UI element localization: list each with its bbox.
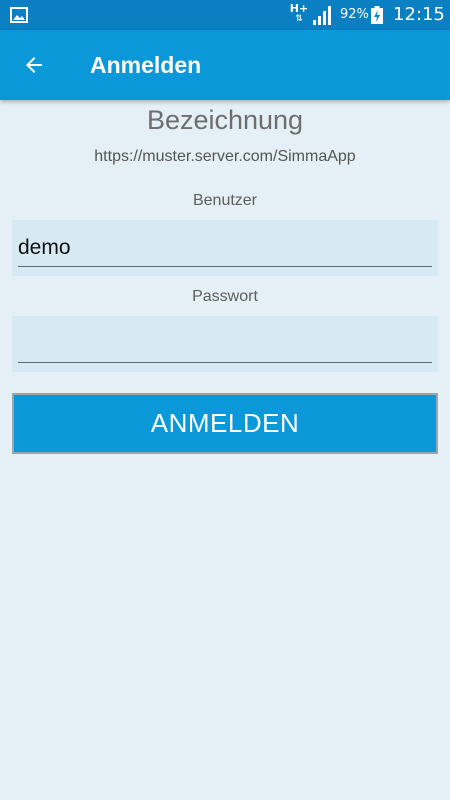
clock: 12:15 (393, 4, 445, 25)
battery-percent: 92% (340, 7, 369, 22)
username-field-container (12, 220, 438, 276)
page-title: Anmelden (90, 52, 202, 78)
gallery-icon (10, 7, 28, 23)
login-button[interactable]: ANMELDEN (12, 393, 438, 454)
site-url: https://muster.server.com/SimmaApp (94, 148, 356, 165)
app-bar: Anmelden (0, 30, 450, 100)
signal-icon (313, 6, 331, 25)
password-field-container (12, 316, 438, 372)
password-label: Passwort (192, 288, 258, 305)
data-activity-icon: ⇅ (295, 14, 303, 24)
arrow-left-icon (26, 57, 42, 73)
username-input[interactable] (18, 230, 432, 267)
site-title: Bezeichnung (146, 105, 304, 135)
battery-charging-icon (371, 6, 383, 24)
back-button[interactable] (16, 47, 52, 83)
username-label: Benutzer (192, 192, 258, 209)
status-bar: H+ ⇅ 92% 12:15 (0, 0, 450, 30)
password-input[interactable] (18, 326, 432, 363)
network-type-indicator: H+ ⇅ (289, 3, 309, 27)
